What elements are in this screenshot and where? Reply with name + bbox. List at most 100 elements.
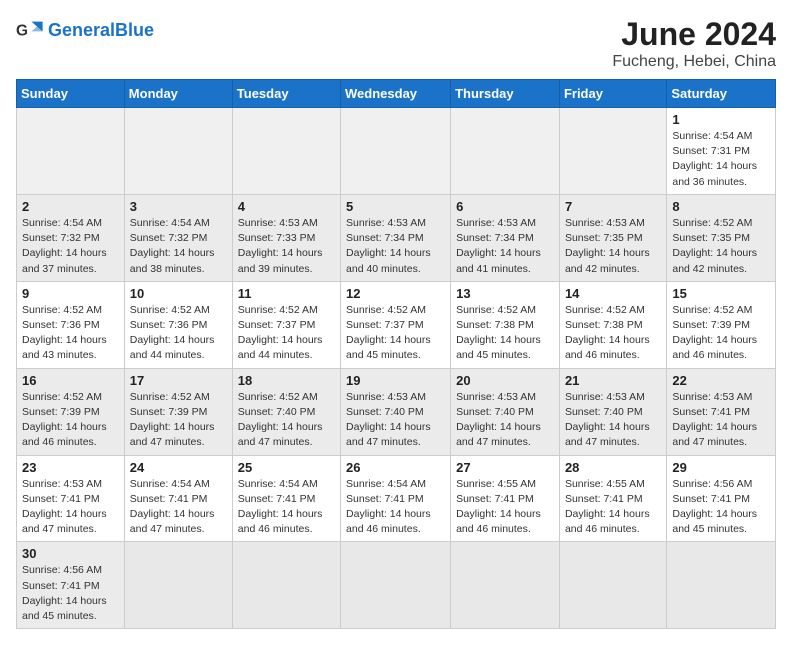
svg-text:G: G xyxy=(16,23,28,40)
calendar-day: 22Sunrise: 4:53 AM Sunset: 7:41 PM Dayli… xyxy=(667,368,776,455)
day-number: 17 xyxy=(130,373,227,388)
day-number: 6 xyxy=(456,199,554,214)
day-number: 8 xyxy=(672,199,770,214)
calendar-day: 9 Sunrise: 4:52 AM Sunset: 7:36 PM Daylig… xyxy=(17,281,125,368)
day-number: 10 xyxy=(130,286,227,301)
calendar-day xyxy=(232,108,340,195)
weekday-header-row: SundayMondayTuesdayWednesdayThursdayFrid… xyxy=(17,80,776,108)
weekday-header-sunday: Sunday xyxy=(17,80,125,108)
calendar-day: 1Sunrise: 4:54 AM Sunset: 7:31 PM Daylig… xyxy=(667,108,776,195)
day-info: Sunrise: 4:52 AM Sunset: 7:36 PM Dayligh… xyxy=(130,303,227,364)
page-header: G GeneralBlue June 2024 Fucheng, Hebei, … xyxy=(16,16,776,71)
calendar-day: 21 Sunrise: 4:53 AM Sunset: 7:40 PM Dayli… xyxy=(559,368,666,455)
calendar-day: 14 Sunrise: 4:52 AM Sunset: 7:38 PM Dayli… xyxy=(559,281,666,368)
calendar-day xyxy=(451,542,560,629)
calendar-day: 8 Sunrise: 4:52 AM Sunset: 7:35 PM Daylig… xyxy=(667,194,776,281)
day-number: 13 xyxy=(456,286,554,301)
day-info: Sunrise: 4:52 AM Sunset: 7:39 PM Dayligh… xyxy=(130,390,227,451)
calendar-day xyxy=(559,542,666,629)
calendar-day: 29Sunrise: 4:56 AM Sunset: 7:41 PM Dayli… xyxy=(667,455,776,542)
calendar-week-5: 23Sunrise: 4:53 AM Sunset: 7:41 PM Dayli… xyxy=(17,455,776,542)
day-number: 11 xyxy=(238,286,335,301)
day-number: 12 xyxy=(346,286,445,301)
calendar-location: Fucheng, Hebei, China xyxy=(612,53,776,71)
weekday-header-wednesday: Wednesday xyxy=(341,80,451,108)
day-info: Sunrise: 4:52 AM Sunset: 7:38 PM Dayligh… xyxy=(565,303,661,364)
calendar-day: 26Sunrise: 4:54 AM Sunset: 7:41 PM Dayli… xyxy=(341,455,451,542)
calendar-week-3: 9 Sunrise: 4:52 AM Sunset: 7:36 PM Daylig… xyxy=(17,281,776,368)
calendar-day: 20 Sunrise: 4:53 AM Sunset: 7:40 PM Dayli… xyxy=(451,368,560,455)
day-info: Sunrise: 4:53 AM Sunset: 7:35 PM Dayligh… xyxy=(565,216,661,277)
day-info: Sunrise: 4:53 AM Sunset: 7:34 PM Dayligh… xyxy=(346,216,445,277)
calendar-day: 15 Sunrise: 4:52 AM Sunset: 7:39 PM Dayli… xyxy=(667,281,776,368)
day-number: 20 xyxy=(456,373,554,388)
calendar-day: 2 Sunrise: 4:54 AM Sunset: 7:32 PM Daylig… xyxy=(17,194,125,281)
day-info: Sunrise: 4:53 AM Sunset: 7:40 PM Dayligh… xyxy=(565,390,661,451)
calendar-day xyxy=(559,108,666,195)
calendar-day: 11 Sunrise: 4:52 AM Sunset: 7:37 PM Dayli… xyxy=(232,281,340,368)
calendar-day xyxy=(341,542,451,629)
calendar-day: 6 Sunrise: 4:53 AM Sunset: 7:34 PM Daylig… xyxy=(451,194,560,281)
day-info: Sunrise: 4:53 AM Sunset: 7:34 PM Dayligh… xyxy=(456,216,554,277)
calendar-day: 30 Sunrise: 4:56 AM Sunset: 7:41 PM Dayli… xyxy=(17,542,125,629)
calendar-day xyxy=(451,108,560,195)
day-number: 30 xyxy=(22,546,119,561)
day-number: 4 xyxy=(238,199,335,214)
day-number: 21 xyxy=(565,373,661,388)
day-number: 18 xyxy=(238,373,335,388)
day-info: Sunrise: 4:55 AM Sunset: 7:41 PM Dayligh… xyxy=(456,477,554,538)
calendar-day: 18 Sunrise: 4:52 AM Sunset: 7:40 PM Dayli… xyxy=(232,368,340,455)
day-number: 15 xyxy=(672,286,770,301)
weekday-header-friday: Friday xyxy=(559,80,666,108)
calendar-day xyxy=(124,542,232,629)
calendar-day: 10 Sunrise: 4:52 AM Sunset: 7:36 PM Dayli… xyxy=(124,281,232,368)
day-number: 3 xyxy=(130,199,227,214)
day-info: Sunrise: 4:53 AM Sunset: 7:41 PM Dayligh… xyxy=(22,477,119,538)
day-info: Sunrise: 4:54 AM Sunset: 7:32 PM Dayligh… xyxy=(22,216,119,277)
calendar-week-1: 1Sunrise: 4:54 AM Sunset: 7:31 PM Daylig… xyxy=(17,108,776,195)
calendar-title: June 2024 xyxy=(612,16,776,53)
day-info: Sunrise: 4:54 AM Sunset: 7:41 PM Dayligh… xyxy=(238,477,335,538)
day-info: Sunrise: 4:52 AM Sunset: 7:36 PM Dayligh… xyxy=(22,303,119,364)
day-number: 27 xyxy=(456,460,554,475)
weekday-header-tuesday: Tuesday xyxy=(232,80,340,108)
weekday-header-saturday: Saturday xyxy=(667,80,776,108)
day-number: 2 xyxy=(22,199,119,214)
calendar-day: 25Sunrise: 4:54 AM Sunset: 7:41 PM Dayli… xyxy=(232,455,340,542)
calendar-day: 19Sunrise: 4:53 AM Sunset: 7:40 PM Dayli… xyxy=(341,368,451,455)
day-info: Sunrise: 4:53 AM Sunset: 7:40 PM Dayligh… xyxy=(456,390,554,451)
day-number: 9 xyxy=(22,286,119,301)
calendar-day: 5 Sunrise: 4:53 AM Sunset: 7:34 PM Daylig… xyxy=(341,194,451,281)
calendar-day: 4Sunrise: 4:53 AM Sunset: 7:33 PM Daylig… xyxy=(232,194,340,281)
logo-text: GeneralBlue xyxy=(48,20,154,41)
calendar-week-4: 16 Sunrise: 4:52 AM Sunset: 7:39 PM Dayli… xyxy=(17,368,776,455)
calendar-day: 27 Sunrise: 4:55 AM Sunset: 7:41 PM Dayli… xyxy=(451,455,560,542)
day-info: Sunrise: 4:55 AM Sunset: 7:41 PM Dayligh… xyxy=(565,477,661,538)
day-info: Sunrise: 4:54 AM Sunset: 7:41 PM Dayligh… xyxy=(130,477,227,538)
calendar-day: 3Sunrise: 4:54 AM Sunset: 7:32 PM Daylig… xyxy=(124,194,232,281)
day-info: Sunrise: 4:54 AM Sunset: 7:31 PM Dayligh… xyxy=(672,129,770,190)
calendar-day: 12Sunrise: 4:52 AM Sunset: 7:37 PM Dayli… xyxy=(341,281,451,368)
calendar-day: 13Sunrise: 4:52 AM Sunset: 7:38 PM Dayli… xyxy=(451,281,560,368)
day-info: Sunrise: 4:56 AM Sunset: 7:41 PM Dayligh… xyxy=(22,563,119,624)
calendar-week-2: 2 Sunrise: 4:54 AM Sunset: 7:32 PM Daylig… xyxy=(17,194,776,281)
calendar-table: SundayMondayTuesdayWednesdayThursdayFrid… xyxy=(16,79,776,629)
day-number: 16 xyxy=(22,373,119,388)
calendar-day: 24Sunrise: 4:54 AM Sunset: 7:41 PM Dayli… xyxy=(124,455,232,542)
calendar-day xyxy=(667,542,776,629)
day-number: 19 xyxy=(346,373,445,388)
calendar-day: 23Sunrise: 4:53 AM Sunset: 7:41 PM Dayli… xyxy=(17,455,125,542)
day-info: Sunrise: 4:52 AM Sunset: 7:37 PM Dayligh… xyxy=(238,303,335,364)
calendar-day: 17 Sunrise: 4:52 AM Sunset: 7:39 PM Dayli… xyxy=(124,368,232,455)
day-number: 22 xyxy=(672,373,770,388)
logo: G GeneralBlue xyxy=(16,16,154,44)
logo-blue: Blue xyxy=(115,20,154,40)
day-info: Sunrise: 4:52 AM Sunset: 7:35 PM Dayligh… xyxy=(672,216,770,277)
day-info: Sunrise: 4:52 AM Sunset: 7:39 PM Dayligh… xyxy=(672,303,770,364)
day-number: 5 xyxy=(346,199,445,214)
calendar-day: 28Sunrise: 4:55 AM Sunset: 7:41 PM Dayli… xyxy=(559,455,666,542)
logo-icon: G xyxy=(16,16,44,44)
day-info: Sunrise: 4:52 AM Sunset: 7:40 PM Dayligh… xyxy=(238,390,335,451)
day-number: 14 xyxy=(565,286,661,301)
calendar-day xyxy=(124,108,232,195)
